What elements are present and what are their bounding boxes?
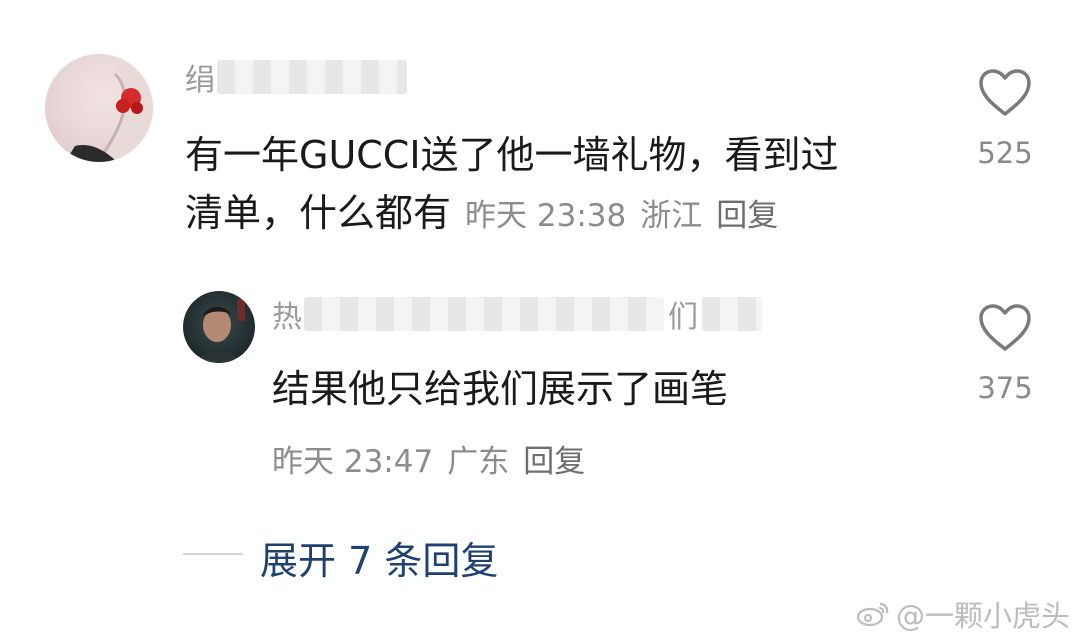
comment-meta: 昨天 23:47 广东 回复 — [272, 436, 599, 481]
heart-icon — [979, 304, 1031, 351]
heart-icon — [979, 69, 1031, 116]
reply-button[interactable]: 回复 — [716, 198, 778, 234]
expand-replies-button[interactable]: 展开 7 条回复 — [260, 530, 498, 585]
username-blurred[interactable]: 热 们 — [272, 293, 762, 335]
comment-body: 结果他只给我们展示了画笔 — [272, 367, 729, 411]
weibo-logo-icon — [856, 602, 889, 627]
username-mask — [304, 297, 664, 331]
username-mask — [217, 60, 407, 94]
avatar-image — [65, 54, 153, 162]
watermark: @一颗小虎头 — [856, 593, 1070, 635]
username-blurred[interactable]: 绢 — [185, 56, 407, 98]
comment-line-1: 有一年GUCCI送了他一墙礼物，看到过 — [185, 133, 839, 177]
comment-location: 广东 — [447, 444, 510, 480]
comment-location: 浙江 — [640, 198, 703, 234]
comment-time: 昨天 23:38 — [465, 198, 627, 234]
comment-thread: 绢 有一年GUCCI送了他一墙礼物，看到过 清单，什么都有 昨天 23:38 浙江… — [0, 0, 1080, 641]
comment-body: 有一年GUCCI送了他一墙礼物，看到过 清单，什么都有 昨天 23:38 浙江 回复 — [185, 126, 839, 245]
comment-line-2: 清单，什么都有 昨天 23:38 浙江 回复 — [185, 184, 839, 245]
comment-meta: 昨天 23:38 浙江 回复 — [465, 187, 792, 245]
expand-divider — [183, 553, 243, 555]
avatar[interactable] — [45, 54, 153, 162]
watermark-text: @一颗小虎头 — [895, 599, 1070, 633]
comment-time: 昨天 23:47 — [272, 444, 434, 480]
like-button[interactable]: 525 — [970, 68, 1040, 170]
like-count: 525 — [977, 136, 1033, 170]
username-mask — [702, 297, 762, 331]
avatar-image — [197, 299, 245, 363]
like-button[interactable]: 375 — [970, 303, 1040, 405]
avatar[interactable] — [183, 291, 255, 363]
reply-button[interactable]: 回复 — [523, 444, 585, 480]
like-count: 375 — [977, 371, 1033, 405]
